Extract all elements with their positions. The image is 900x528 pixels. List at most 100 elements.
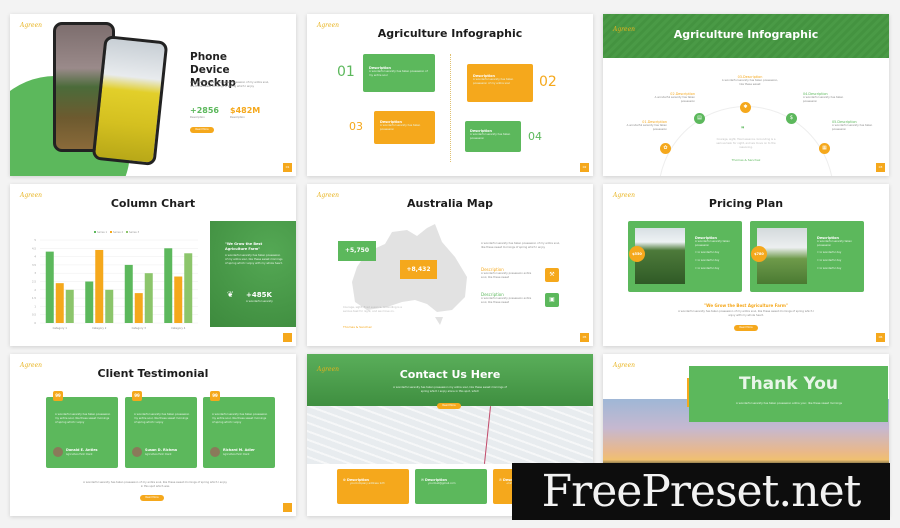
info-item-05: 05.Description A wonderful serenity has t… bbox=[832, 120, 882, 132]
legend-label: Series 1 bbox=[97, 230, 107, 234]
slide-client-testimonial[interactable]: Agreen Client Testimonial 99 A wonderful… bbox=[10, 354, 296, 516]
info-item-04: 04.Description A wonderful serenity has t… bbox=[803, 92, 853, 104]
price-badge-1: $550 bbox=[629, 246, 645, 262]
stat-box-2: +8,432 bbox=[400, 260, 437, 279]
info-text: A wonderful serenity has taken possessio… bbox=[654, 96, 695, 103]
map-quote-author: Thomas & Sanchez bbox=[343, 325, 372, 329]
wheat-icon: ❦ bbox=[227, 290, 234, 299]
bar-series-1 bbox=[124, 264, 133, 323]
page-number bbox=[283, 503, 292, 512]
read-more-button[interactable]: Read More bbox=[140, 495, 164, 501]
plan-feature: ☐ A wonderful day bbox=[817, 267, 842, 270]
watermark-text: FreePreset.net bbox=[541, 466, 862, 517]
y-tick-label: 1 bbox=[34, 304, 36, 308]
plan-feature: ☐ A wonderful day bbox=[817, 251, 842, 254]
read-more-button[interactable]: Read More bbox=[734, 325, 758, 331]
slide-australia-map[interactable]: Agreen Australia Map +5,750 +8,432 Coura… bbox=[307, 184, 593, 346]
step-text: A wonderful serenity has taken possessio… bbox=[369, 70, 428, 77]
x-tick-label: Category 1 bbox=[53, 326, 68, 330]
plan-feature: ☐ A wonderful day bbox=[695, 267, 720, 270]
bar-series-1 bbox=[85, 281, 94, 323]
stat-label-2: Description bbox=[230, 116, 245, 119]
bar-series-1 bbox=[164, 248, 173, 323]
slide-agriculture-infographic-1[interactable]: Agreen Agriculture Infographic 01 Descri… bbox=[307, 14, 593, 176]
info-text: A wonderful serenity has taken possessio… bbox=[626, 124, 667, 131]
harvest-icon: ⚒ bbox=[545, 268, 559, 282]
legend-label: Series 3 bbox=[129, 230, 139, 234]
bar-series-2 bbox=[134, 293, 143, 323]
card-text: yourcompany address 123 bbox=[350, 482, 385, 485]
step-text: A wonderful serenity has taken possessio… bbox=[470, 133, 511, 140]
testimonial-card bbox=[46, 397, 118, 468]
step-card-04: Description A wonderful serenity has take… bbox=[465, 121, 521, 152]
slide-agriculture-infographic-2[interactable]: Agreen Agriculture Infographic ✿ ▤ ✱ $ ▦… bbox=[603, 14, 889, 176]
bar-series-2 bbox=[95, 249, 104, 323]
slide-column-chart[interactable]: Agreen Column Chart 0 0.5 1 1.5 2 2.5 3 3.5 4 4.5… bbox=[10, 184, 296, 346]
money-icon: $ bbox=[786, 113, 797, 124]
plan-details-1: Description A wonderful serenity taken po… bbox=[695, 236, 739, 271]
client-name: Donald E. Antles bbox=[66, 448, 98, 452]
slide-title: Pricing Plan bbox=[708, 197, 784, 210]
y-tick-label: 3 bbox=[34, 271, 36, 275]
map-text: A wonderful serenity has taken possessio… bbox=[481, 242, 560, 249]
column-chart: 0 0.5 1 1.5 2 2.5 3 3.5 4 4.5 5 Category 1 Category … bbox=[32, 230, 198, 330]
bar-series-3 bbox=[184, 253, 193, 323]
street-map bbox=[307, 406, 593, 464]
contact-text: A wonderful serenity has taken possessio… bbox=[393, 386, 507, 393]
quote-panel bbox=[210, 221, 296, 327]
step-card-03: Description A wonderful serenity has take… bbox=[374, 111, 435, 144]
slide-phone-mockup[interactable]: Agreen Phone Device Mockup A wonderful s… bbox=[10, 14, 296, 176]
thank-you-text: A wonderful serenity has taken possessio… bbox=[736, 402, 842, 405]
page-number: 05 bbox=[580, 333, 589, 342]
y-tick-label: 2.5 bbox=[32, 280, 36, 284]
slide-title: Agriculture Infographic bbox=[377, 27, 523, 40]
slide-title: Column Chart bbox=[110, 197, 196, 210]
x-tick-label: Category 4 bbox=[171, 326, 186, 330]
bar-series-3 bbox=[105, 289, 114, 323]
testimonial-text: A wonderful serenity has taken possessio… bbox=[212, 413, 268, 424]
avatar bbox=[210, 447, 220, 457]
plan-text: A wonderful serenity taken possession bbox=[695, 240, 730, 247]
x-tick-label: Category 2 bbox=[92, 326, 107, 330]
quote-author: Thomas & Sanchez bbox=[731, 158, 761, 162]
contact-card-address: ⊙ Description yourcompany address 123 bbox=[337, 469, 409, 504]
y-tick-label: 3.5 bbox=[32, 263, 36, 267]
y-tick-label: 4 bbox=[34, 255, 36, 259]
stat-value-1: +2856 bbox=[190, 106, 219, 115]
read-more-button[interactable]: Read More bbox=[190, 127, 214, 133]
read-more-button[interactable]: Read More bbox=[437, 403, 461, 409]
slide-title: Thank You bbox=[738, 374, 839, 394]
wheat-icon: ✱ bbox=[740, 102, 751, 113]
quote-icon: ❞ bbox=[741, 126, 745, 133]
slide-text: A wonderful serenity has taken possessio… bbox=[190, 81, 269, 88]
step-number-01: 01 bbox=[337, 64, 355, 80]
y-tick-label: 4.5 bbox=[32, 246, 36, 250]
slide-pricing-plan[interactable]: Agreen Pricing Plan $550 Description A wo… bbox=[603, 184, 889, 346]
page-number: 01 bbox=[283, 163, 292, 172]
map-item-2: Description A wonderful serenity possessi… bbox=[481, 292, 536, 305]
phone-image-2 bbox=[91, 34, 169, 167]
plan-feature: ☐ A wonderful day bbox=[817, 259, 842, 262]
slide-title: Agriculture Infographic bbox=[673, 28, 819, 41]
stat-value-2: $482M bbox=[230, 106, 261, 115]
panel-text: A wonderful serenity has taken possessio… bbox=[225, 254, 283, 265]
legend-swatch bbox=[110, 231, 112, 233]
center-divider bbox=[450, 54, 451, 162]
client-role: Agriculture Farm Client bbox=[145, 453, 172, 456]
page-number: 03 bbox=[876, 163, 885, 172]
step-number-03: 03 bbox=[349, 120, 363, 133]
step-number-02: 02 bbox=[539, 74, 557, 90]
panel-stat-label: A wonderful serenity bbox=[246, 300, 273, 303]
page-number bbox=[283, 333, 292, 342]
step-card-02: Description A wonderful serenity has take… bbox=[467, 64, 533, 102]
quote-icon: 99 bbox=[53, 391, 63, 401]
sprout-icon: ✿ bbox=[660, 143, 671, 154]
y-tick-label: 2 bbox=[34, 288, 36, 292]
y-tick-label: 1.5 bbox=[32, 296, 36, 300]
chart-icon: ▦ bbox=[819, 143, 830, 154]
y-tick-label: 5 bbox=[34, 238, 36, 242]
client-name: Susan D. Richma bbox=[145, 448, 178, 452]
contact-card-email: ✉ Description yourmail@gmail.com bbox=[415, 469, 487, 504]
slide-title: Contact Us Here bbox=[399, 368, 501, 381]
card-text: yourmail@gmail.com bbox=[428, 482, 456, 485]
